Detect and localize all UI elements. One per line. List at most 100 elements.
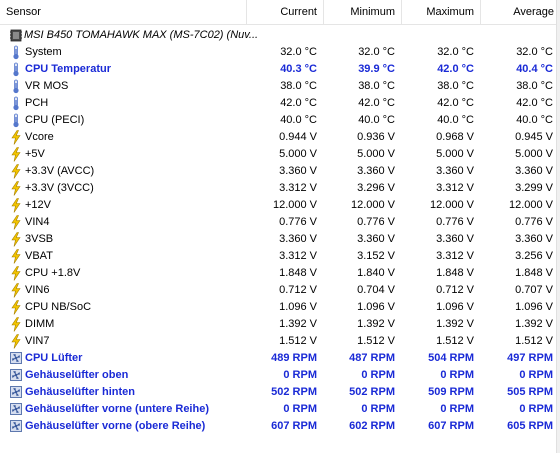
sensor-name: VBAT: [25, 250, 53, 262]
lightning-icon: [10, 147, 22, 162]
sensor-name: CPU Temperatur: [25, 63, 111, 75]
sensor-row[interactable]: CPU Temperatur 40.3 °C 39.9 °C 42.0 °C 40.4 …: [0, 61, 560, 78]
current-value: 3.360 V: [279, 233, 317, 245]
minimum-value: 39.9 °C: [358, 63, 395, 75]
column-header-sensor[interactable]: Sensor: [0, 0, 247, 25]
minimum-value: 5.000 V: [357, 148, 395, 160]
sensor-row[interactable]: Gehäuselüfter oben 0 RPM 0 RPM 0 RPM 0 RPM: [0, 367, 560, 384]
average-value: 0.776 V: [515, 216, 553, 228]
average-value: 40.0 °C: [516, 114, 553, 126]
sensor-row[interactable]: VIN4 0.776 V 0.776 V 0.776 V 0.776 V: [0, 214, 560, 231]
fan-icon: [10, 419, 22, 434]
current-value: 38.0 °C: [280, 80, 317, 92]
average-value: 40.4 °C: [516, 63, 553, 75]
sensor-row[interactable]: PCH 42.0 °C 42.0 °C 42.0 °C 42.0 °C: [0, 95, 560, 112]
sensor-row[interactable]: Gehäuselüfter hinten 502 RPM 502 RPM 509 RP…: [0, 384, 560, 401]
minimum-value: 3.296 V: [357, 182, 395, 194]
minimum-value: 1.512 V: [357, 335, 395, 347]
sensor-row[interactable]: CPU (PECI) 40.0 °C 40.0 °C 40.0 °C 40.0 °C: [0, 112, 560, 129]
fan-icon: [10, 351, 22, 366]
minimum-value: 602 RPM: [349, 420, 395, 432]
lightning-icon: [10, 283, 22, 298]
sensor-name: CPU NB/SoC: [25, 301, 92, 313]
column-header-row: Sensor Current Minimum Maximum Average: [0, 0, 560, 25]
minimum-value: 12.000 V: [350, 199, 395, 211]
maximum-value: 1.096 V: [436, 301, 474, 313]
sensor-name: CPU (PECI): [25, 114, 85, 126]
sensor-row[interactable]: +3.3V (3VCC) 3.312 V 3.296 V 3.312 V 3.299 V: [0, 180, 560, 197]
maximum-value: 1.512 V: [436, 335, 474, 347]
sensor-row[interactable]: VIN6 0.712 V 0.704 V 0.712 V 0.707 V: [0, 282, 560, 299]
sensor-row[interactable]: CPU +1.8V 1.848 V 1.840 V 1.848 V 1.848 V: [0, 265, 560, 282]
maximum-value: 1.392 V: [436, 318, 474, 330]
sensor-row[interactable]: Gehäuselüfter vorne (untere Reihe) 0 RPM 0…: [0, 401, 560, 418]
maximum-value: 3.312 V: [436, 182, 474, 194]
average-value: 505 RPM: [507, 386, 553, 398]
chip-icon: [10, 28, 22, 43]
maximum-value: 12.000 V: [429, 199, 474, 211]
minimum-value: 1.840 V: [357, 267, 395, 279]
sensor-row[interactable]: VIN7 1.512 V 1.512 V 1.512 V 1.512 V: [0, 333, 560, 350]
sensor-name: System: [25, 46, 62, 58]
lightning-icon: [10, 181, 22, 196]
sensor-row[interactable]: CPU Lüfter 489 RPM 487 RPM 504 RPM 497 RPM: [0, 350, 560, 367]
sensor-name: VIN4: [25, 216, 50, 228]
minimum-value: 0.936 V: [357, 131, 395, 143]
sensor-name: +5V: [25, 148, 45, 160]
minimum-value: 1.096 V: [357, 301, 395, 313]
sensor-row[interactable]: +12V 12.000 V 12.000 V 12.000 V 12.000 V: [0, 197, 560, 214]
sensor-name: +12V: [25, 199, 51, 211]
maximum-value: 0.776 V: [436, 216, 474, 228]
maximum-value: 509 RPM: [428, 386, 474, 398]
sensor-name: Gehäuselüfter hinten: [25, 386, 136, 398]
average-value: 605 RPM: [507, 420, 553, 432]
current-value: 42.0 °C: [280, 97, 317, 109]
sensor-row[interactable]: 3VSB 3.360 V 3.360 V 3.360 V 3.360 V: [0, 231, 560, 248]
lightning-icon: [10, 266, 22, 281]
device-row[interactable]: MSI B450 TOMAHAWK MAX (MS-7C02) (Nuv...: [0, 27, 560, 44]
lightning-icon: [10, 334, 22, 349]
average-value: 1.848 V: [515, 267, 553, 279]
sensor-row[interactable]: Gehäuselüfter vorne (obere Reihe) 607 RPM…: [0, 418, 560, 435]
sensor-row[interactable]: DIMM 1.392 V 1.392 V 1.392 V 1.392 V: [0, 316, 560, 333]
sensor-name: Gehäuselüfter vorne (untere Reihe): [25, 403, 209, 415]
minimum-value: 502 RPM: [349, 386, 395, 398]
current-value: 0 RPM: [283, 369, 317, 381]
column-header-maximum[interactable]: Maximum: [402, 0, 481, 25]
lightning-icon: [10, 300, 22, 315]
minimum-value: 3.360 V: [357, 165, 395, 177]
column-header-current[interactable]: Current: [247, 0, 324, 25]
current-value: 3.312 V: [279, 250, 317, 262]
sensor-name: VR MOS: [25, 80, 69, 92]
average-value: 1.096 V: [515, 301, 553, 313]
column-header-average[interactable]: Average: [481, 0, 560, 25]
minimum-value: 0 RPM: [361, 369, 395, 381]
thermometer-icon: [10, 113, 22, 128]
sensor-row[interactable]: Vcore 0.944 V 0.936 V 0.968 V 0.945 V: [0, 129, 560, 146]
sensor-row[interactable]: +5V 5.000 V 5.000 V 5.000 V 5.000 V: [0, 146, 560, 163]
average-value: 42.0 °C: [516, 97, 553, 109]
current-value: 40.0 °C: [280, 114, 317, 126]
sensor-row[interactable]: CPU NB/SoC 1.096 V 1.096 V 1.096 V 1.096 V: [0, 299, 560, 316]
sensor-rows: MSI B450 TOMAHAWK MAX (MS-7C02) (Nuv... …: [0, 27, 560, 435]
sensor-grid: Sensor Current Minimum Maximum Average M…: [0, 0, 560, 453]
sensor-row[interactable]: VBAT 3.312 V 3.152 V 3.312 V 3.256 V: [0, 248, 560, 265]
sensor-name: +3.3V (AVCC): [25, 165, 95, 177]
average-value: 0.945 V: [515, 131, 553, 143]
lightning-icon: [10, 317, 22, 332]
lightning-icon: [10, 249, 22, 264]
current-value: 1.512 V: [279, 335, 317, 347]
column-header-minimum[interactable]: Minimum: [324, 0, 402, 25]
minimum-value: 42.0 °C: [358, 97, 395, 109]
sensor-row[interactable]: System 32.0 °C 32.0 °C 32.0 °C 32.0 °C: [0, 44, 560, 61]
average-value: 32.0 °C: [516, 46, 553, 58]
maximum-value: 1.848 V: [436, 267, 474, 279]
maximum-value: 40.0 °C: [437, 114, 474, 126]
fan-icon: [10, 368, 22, 383]
scrollbar[interactable]: [556, 0, 560, 453]
sensor-row[interactable]: VR MOS 38.0 °C 38.0 °C 38.0 °C 38.0 °C: [0, 78, 560, 95]
current-value: 489 RPM: [271, 352, 317, 364]
minimum-value: 0.776 V: [357, 216, 395, 228]
sensor-row[interactable]: +3.3V (AVCC) 3.360 V 3.360 V 3.360 V 3.360 V: [0, 163, 560, 180]
maximum-value: 0.712 V: [436, 284, 474, 296]
